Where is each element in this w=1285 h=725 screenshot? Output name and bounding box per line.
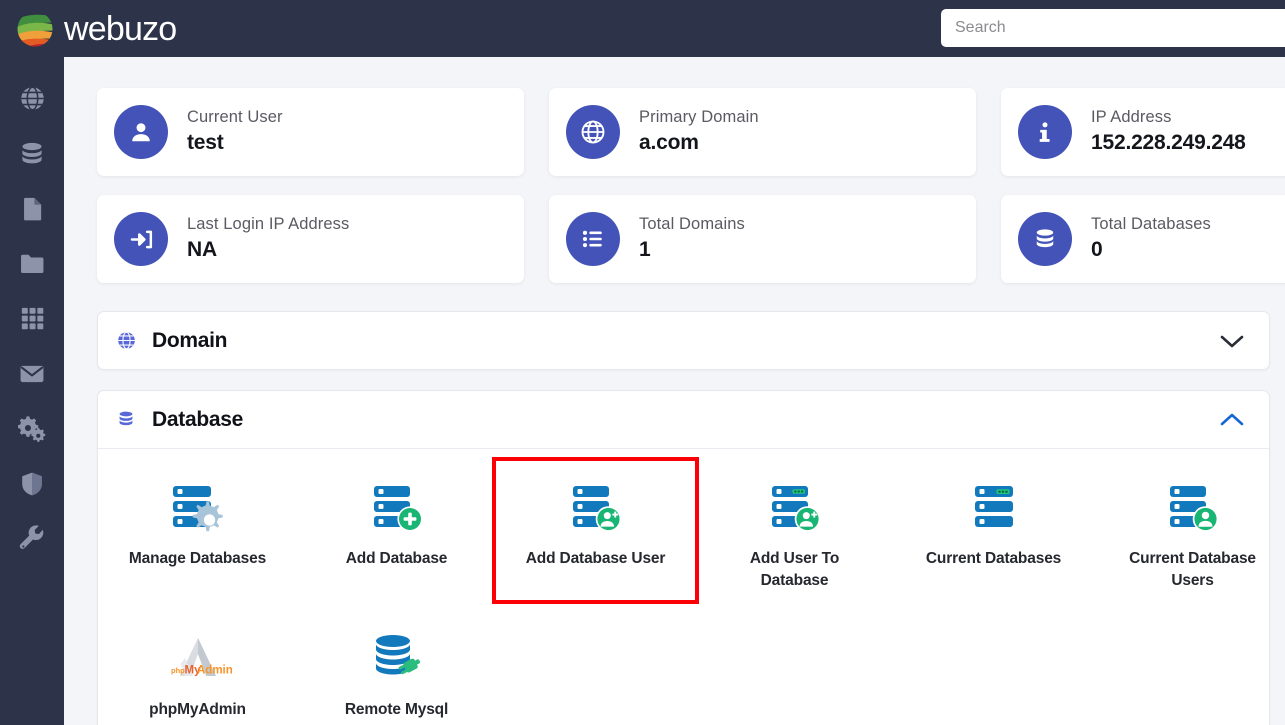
panel-domain-header[interactable]: Domain (98, 312, 1269, 369)
sidebar-item-apps[interactable] (0, 291, 64, 346)
stat-card-total-domains: Total Domains 1 (549, 195, 976, 283)
tile-label: Add Database (346, 548, 448, 570)
tile-add-database[interactable]: Add Database (297, 470, 496, 600)
chevron-down-icon[interactable] (1217, 331, 1247, 351)
brand-name: webuzo (64, 12, 176, 46)
server-user-add-icon (565, 477, 627, 539)
chevron-up-icon[interactable] (1217, 410, 1247, 430)
stat-value: a.com (639, 129, 759, 157)
db-plug-icon (366, 628, 428, 690)
panel-title: Domain (152, 329, 227, 353)
database-icon (18, 140, 46, 168)
stat-label: Current User (187, 107, 283, 128)
tile-label: Add Database User (526, 548, 666, 570)
tile-label: Add User To Database (720, 548, 870, 591)
server-plus-icon (366, 477, 428, 539)
tile-label: Current Databases (926, 548, 1061, 570)
stat-card-primary-domain: Primary Domain a.com (549, 88, 976, 176)
panel-database: Database (97, 390, 1270, 725)
phpmyadmin-icon: php My Admin (162, 628, 234, 690)
svg-text:Admin: Admin (197, 665, 233, 677)
list-icon (566, 212, 620, 266)
mail-icon (18, 360, 46, 388)
tile-manage-databases[interactable]: Manage Databases (98, 470, 297, 600)
database-icon (116, 409, 138, 430)
login-icon (114, 212, 168, 266)
database-tile-row-2: php My Admin phpMyAdmin (98, 621, 1269, 725)
globe-icon (566, 105, 620, 159)
sidebar-item-advanced[interactable] (0, 401, 64, 456)
database-tile-row-1: Manage Databases (98, 470, 1269, 600)
info-icon (1018, 105, 1072, 159)
stat-value: 152.228.249.248 (1091, 129, 1246, 157)
stat-card-ip-address: IP Address 152.228.249.248 (1001, 88, 1285, 176)
database-icon (1018, 212, 1072, 266)
sidebar-item-databases[interactable] (0, 126, 64, 181)
webuzo-globe-logo-icon (14, 8, 56, 50)
sidebar-item-file-manager[interactable] (0, 236, 64, 291)
tile-phpmyadmin[interactable]: php My Admin phpMyAdmin (98, 621, 297, 725)
server-led-icon (963, 477, 1025, 539)
tile-label: phpMyAdmin (149, 699, 246, 721)
svg-text:php: php (171, 666, 185, 675)
tile-label: Remote Mysql Access (322, 699, 472, 725)
panel-database-body: Manage Databases (98, 449, 1269, 725)
sidebar-item-tools[interactable] (0, 511, 64, 566)
webuzo-dashboard: webuzo (0, 0, 1285, 725)
stat-card-current-user: Current User test (97, 88, 524, 176)
brand-logo[interactable]: webuzo (14, 8, 176, 50)
search-input[interactable] (941, 9, 1285, 47)
sidebar-item-email[interactable] (0, 346, 64, 401)
stat-label: Last Login IP Address (187, 214, 349, 235)
globe-icon (116, 330, 138, 351)
shield-icon (18, 470, 46, 498)
tile-label: Manage Databases (129, 548, 266, 570)
stat-label: IP Address (1091, 107, 1246, 128)
tile-current-database-users[interactable]: Current Database Users (1093, 470, 1285, 600)
sidebar-item-security[interactable] (0, 456, 64, 511)
wrench-icon (18, 525, 46, 553)
tile-current-databases[interactable]: Current Databases (894, 470, 1093, 600)
gears-icon (18, 414, 47, 443)
stat-value: NA (187, 236, 349, 264)
server-gear-icon (167, 477, 229, 539)
sidebar-item-domains[interactable] (0, 71, 64, 126)
stat-value: test (187, 129, 283, 157)
server-led-user-icon (764, 477, 826, 539)
tile-add-database-user[interactable]: Add Database User (496, 461, 695, 600)
stat-label: Total Databases (1091, 214, 1211, 235)
tile-add-user-to-database[interactable]: Add User To Database (695, 470, 894, 600)
user-icon (114, 105, 168, 159)
panel-title: Database (152, 408, 243, 432)
stat-label: Primary Domain (639, 107, 759, 128)
tile-remote-mysql-access[interactable]: Remote Mysql Access (297, 621, 496, 725)
main-content: Current User test Primary Domain (64, 57, 1285, 725)
stat-value: 1 (639, 236, 745, 264)
top-bar: webuzo (0, 0, 1285, 57)
stat-label: Total Domains (639, 214, 745, 235)
sidebar-item-files[interactable] (0, 181, 64, 236)
stats-grid: Current User test Primary Domain (97, 88, 1285, 283)
server-user-icon (1162, 477, 1224, 539)
panel-domain: Domain (97, 311, 1270, 370)
tile-label: Current Database Users (1118, 548, 1268, 591)
sidebar-nav (0, 57, 64, 725)
stat-value: 0 (1091, 236, 1211, 264)
grid-icon (19, 305, 46, 332)
panel-database-header[interactable]: Database (98, 391, 1269, 448)
stat-card-last-login-ip: Last Login IP Address NA (97, 195, 524, 283)
folder-icon (18, 250, 46, 278)
file-icon (19, 195, 46, 222)
globe-icon (18, 84, 47, 113)
stat-card-total-databases: Total Databases 0 (1001, 195, 1285, 283)
search-box[interactable] (941, 9, 1285, 47)
